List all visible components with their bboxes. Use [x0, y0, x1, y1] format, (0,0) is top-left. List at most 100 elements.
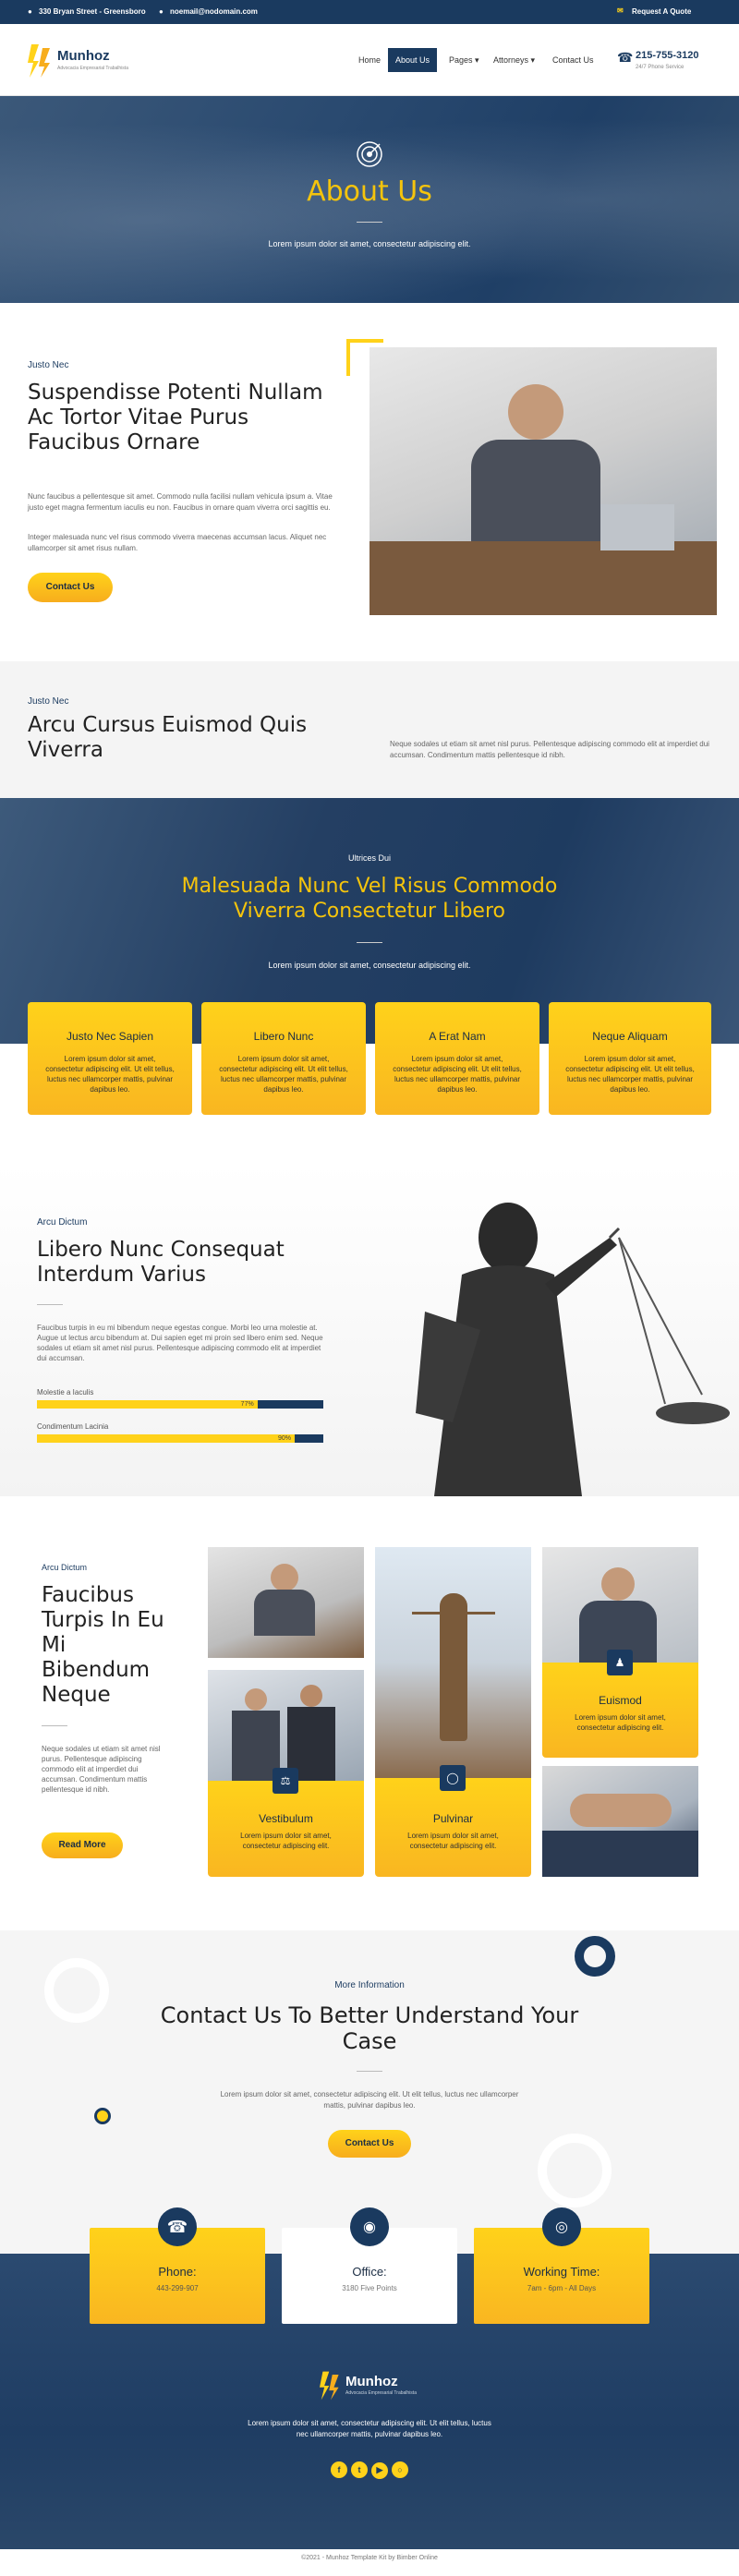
decor-ring	[44, 1958, 109, 2023]
service-card-title: Justo Nec Sapien	[66, 1030, 154, 1043]
decor-dot	[94, 2108, 111, 2124]
intro-eyebrow: Justo Nec	[28, 360, 69, 370]
address-text: 330 Bryan Street - Greensboro	[39, 7, 146, 16]
site-header: Munhoz Advocacia Empresarial Trabalhista…	[0, 24, 739, 96]
practice-card[interactable]: ♟ Euismod Lorem ipsum dolor sit amet, co…	[542, 1650, 698, 1758]
service-card-text: Lorem ipsum dolor sit amet, consectetur …	[393, 1055, 522, 1094]
contact-button[interactable]: Contact Us	[328, 2130, 411, 2158]
nav-item-about-us[interactable]: About Us	[388, 48, 438, 72]
page-title: About Us	[307, 175, 432, 208]
service-card-text: Lorem ipsum dolor sit amet, consectetur …	[219, 1055, 348, 1094]
info-box-title: Office:	[352, 2265, 387, 2279]
top-bar: ● 330 Bryan Street - Greensboro ● noemai…	[0, 0, 739, 24]
info-box-office: ◉ Office: 3180 Five Points	[282, 2207, 457, 2324]
brand-name[interactable]: Munhoz	[57, 48, 110, 64]
nav-item-contact-us[interactable]: Contact Us	[545, 48, 601, 72]
skill-progress-bar: 90%	[37, 1434, 323, 1443]
service-card-title: A Erat Nam	[429, 1030, 486, 1043]
chevron-down-icon: ▾	[530, 55, 536, 65]
nav-item-attorneys-label: Attorneys	[493, 55, 529, 65]
target-icon	[356, 140, 383, 168]
info-box-value: 3180 Five Points	[342, 2284, 397, 2292]
intro-paragraph-1: Nunc faucibus a pellentesque sit amet. C…	[28, 492, 333, 512]
service-card-text: Lorem ipsum dolor sit amet, consectetur …	[45, 1055, 175, 1094]
practice-text: Neque sodales ut etiam sit amet nisl pur…	[42, 1745, 161, 1794]
strip-heading: Arcu Cursus Euismod Quis Viverra	[28, 713, 308, 762]
skill-progress-fill: 77%	[37, 1400, 258, 1409]
service-card[interactable]: A Erat Nam Lorem ipsum dolor sit amet, c…	[375, 1002, 539, 1115]
nav-item-home[interactable]: Home	[351, 48, 388, 72]
decor-ring	[575, 1936, 615, 1977]
skill-progress-bar: 77%	[37, 1400, 323, 1409]
phone-icon: ☎	[617, 50, 634, 65]
practice-card-title: Pulvinar	[432, 1812, 474, 1825]
youtube-icon[interactable]: ▶	[371, 2461, 388, 2479]
skill-percent: 77%	[240, 1401, 254, 1408]
header-phone[interactable]: 215-755-3120	[636, 50, 699, 61]
facebook-icon[interactable]: f	[331, 2461, 347, 2478]
lightbulb-icon: ◯	[440, 1765, 466, 1791]
nav-item-pages[interactable]: Pages ▾	[442, 48, 487, 72]
twitter-icon[interactable]: t	[351, 2461, 368, 2478]
scales-icon: ⚖	[273, 1768, 298, 1794]
strip-eyebrow: Justo Nec	[28, 696, 69, 707]
info-box-title: Phone:	[158, 2265, 197, 2279]
meeting-photo	[208, 1670, 364, 1781]
divider	[357, 222, 382, 223]
footer-brand-name[interactable]: Munhoz	[345, 2374, 398, 2389]
email-link[interactable]: noemail@nodomain.com	[170, 7, 258, 16]
skill-progress-fill: 90%	[37, 1434, 295, 1443]
copyright-text: ©2021 - Munhoz Template Kit by Bimber On…	[301, 2555, 438, 2561]
lawyer-photo	[370, 347, 717, 615]
lawyer-desk-photo	[208, 1547, 364, 1658]
read-more-button[interactable]: Read More	[42, 1832, 123, 1858]
footer-brand-tagline: Advocacia Empresarial Trabalhista	[345, 2390, 417, 2396]
chat-icon: ✉	[617, 6, 624, 15]
divider	[357, 942, 382, 943]
divider	[357, 2071, 382, 2072]
skill-label: Molestie a Iaculis	[37, 1388, 94, 1397]
service-card[interactable]: Justo Nec Sapien Lorem ipsum dolor sit a…	[28, 1002, 192, 1115]
practice-card-text: Lorem ipsum dolor sit amet, consectetur …	[575, 1713, 666, 1732]
skill-percent: 90%	[277, 1435, 291, 1442]
strip-text: Neque sodales ut etiam sit amet nisl pur…	[390, 740, 709, 759]
instagram-icon[interactable]: ○	[392, 2461, 408, 2478]
practice-card[interactable]: ⚖ Vestibulum Lorem ipsum dolor sit amet,…	[208, 1768, 364, 1877]
phone-note: 24/7 Phone Service	[636, 65, 684, 70]
main-nav: Home About Us Pages ▾ Attorneys ▾ Contac…	[351, 48, 619, 72]
hero-section: About Us Lorem ipsum dolor sit amet, con…	[0, 96, 739, 303]
practice-heading: Faucibus Turpis In Eu Mi Bibendum Neque	[42, 1583, 164, 1707]
service-card[interactable]: Libero Nunc Lorem ipsum dolor sit amet, …	[201, 1002, 366, 1115]
service-card[interactable]: Neque Aliquam Lorem ipsum dolor sit amet…	[549, 1002, 711, 1115]
brand-tagline: Advocacia Empresarial Trabalhista	[57, 66, 128, 71]
practice-card-title: Vestibulum	[259, 1812, 313, 1825]
attorney-icon: ♟	[607, 1650, 633, 1675]
skills-heading: Libero Nunc Consequat Interdum Varius	[37, 1238, 285, 1287]
logo-icon[interactable]	[28, 42, 54, 79]
hero-subtitle: Lorem ipsum dolor sit amet, consectetur …	[268, 239, 471, 248]
intro-heading: Suspendisse Potenti Nullam Ac Tortor Vit…	[28, 381, 323, 454]
location-icon: ●	[28, 7, 32, 16]
request-quote-link[interactable]: Request A Quote	[632, 7, 691, 16]
divider	[42, 1725, 67, 1726]
info-box-title: Working Time:	[523, 2265, 600, 2279]
nav-item-pages-label: Pages	[449, 55, 473, 65]
globe-icon: ◎	[542, 2207, 581, 2246]
nav-item-attorneys[interactable]: Attorneys ▾	[486, 48, 542, 72]
skills-text: Faucibus turpis in eu mi bibendum neque …	[37, 1324, 323, 1362]
footer-logo-icon[interactable]	[320, 2366, 342, 2405]
services-subtitle: Lorem ipsum dolor sit amet, consectetur …	[268, 961, 471, 970]
service-card-title: Libero Nunc	[253, 1030, 314, 1043]
practice-card[interactable]: ◯ Pulvinar Lorem ipsum dolor sit amet, c…	[375, 1765, 531, 1877]
service-card-title: Neque Aliquam	[592, 1030, 668, 1043]
intro-contact-button[interactable]: Contact Us	[28, 573, 113, 602]
chevron-down-icon: ▾	[475, 55, 479, 65]
email-icon: ●	[159, 7, 164, 16]
social-links: f t ▶ ○	[0, 2461, 739, 2479]
info-box-value: 443-299-907	[156, 2284, 199, 2292]
phone-icon: ☎	[158, 2207, 197, 2246]
practice-card-text: Lorem ipsum dolor sit amet, consectetur …	[240, 1832, 332, 1850]
divider	[37, 1304, 63, 1305]
intro-paragraph-2: Integer malesuada nunc vel risus commodo…	[28, 533, 327, 552]
decor-ring	[538, 2134, 612, 2207]
